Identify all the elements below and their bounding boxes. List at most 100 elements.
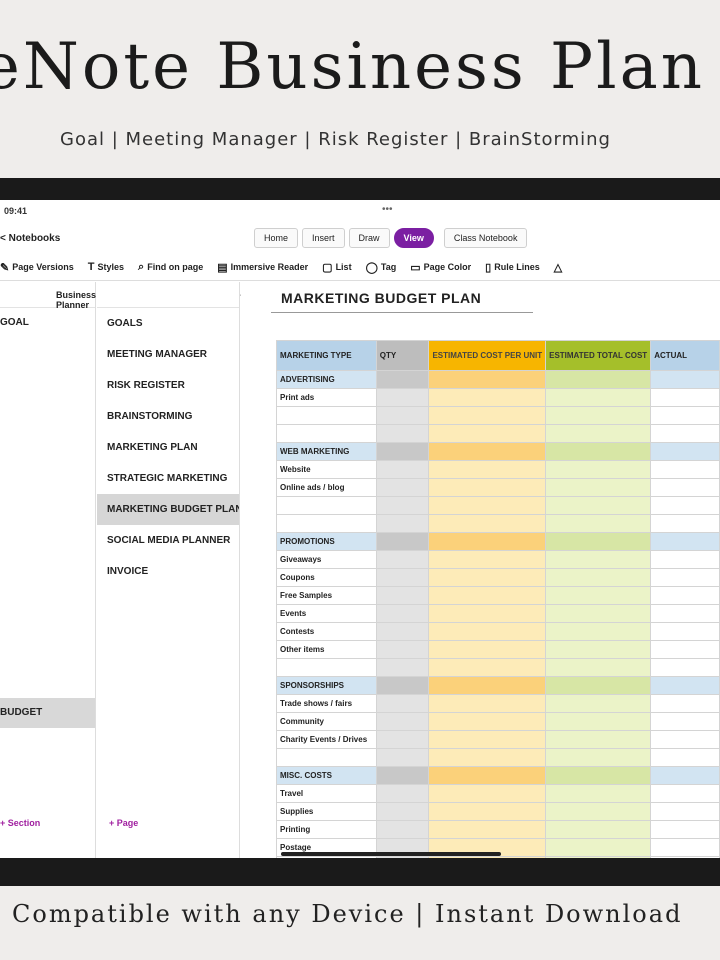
table-cell[interactable]: [428, 694, 547, 713]
page-item[interactable]: BRAINSTORMING: [97, 401, 239, 432]
table-cell[interactable]: [375, 604, 430, 623]
table-cell[interactable]: [545, 766, 652, 785]
section-item[interactable]: [0, 578, 95, 608]
table-cell[interactable]: [428, 460, 547, 479]
section-item[interactable]: [0, 428, 95, 458]
table-cell[interactable]: [545, 730, 652, 749]
toolbar-button-2[interactable]: ⌕ Find on page: [138, 261, 203, 274]
toolbar-button-4[interactable]: ▢ List: [322, 261, 351, 274]
table-cell[interactable]: [375, 514, 430, 533]
table-cell[interactable]: [650, 766, 720, 785]
table-cell[interactable]: [428, 388, 547, 407]
table-cell[interactable]: [428, 514, 547, 533]
table-cell[interactable]: [375, 712, 430, 731]
table-cell[interactable]: [428, 622, 547, 641]
tab-draw[interactable]: Draw: [348, 228, 390, 248]
more-dots-icon[interactable]: •••: [382, 204, 393, 215]
table-cell[interactable]: [375, 676, 430, 695]
table-cell[interactable]: [650, 388, 720, 407]
table-cell[interactable]: [428, 550, 547, 569]
table-cell[interactable]: [545, 586, 652, 605]
tab-insert[interactable]: Insert: [302, 228, 345, 248]
table-cell[interactable]: [545, 388, 652, 407]
table-cell[interactable]: [545, 622, 652, 641]
table-cell[interactable]: [428, 676, 547, 695]
table-cell[interactable]: [428, 748, 547, 767]
table-cell[interactable]: [545, 442, 652, 461]
add-section-button[interactable]: + Section: [0, 818, 40, 828]
table-cell[interactable]: [428, 604, 547, 623]
table-cell[interactable]: [375, 550, 430, 569]
table-cell[interactable]: [545, 694, 652, 713]
table-cell[interactable]: [545, 514, 652, 533]
table-cell[interactable]: [650, 406, 720, 425]
table-cell[interactable]: [428, 568, 547, 587]
table-cell[interactable]: [650, 604, 720, 623]
table-cell[interactable]: [545, 550, 652, 569]
section-item[interactable]: [0, 668, 95, 698]
table-cell[interactable]: [545, 568, 652, 587]
table-cell[interactable]: [428, 496, 547, 515]
table-cell[interactable]: [375, 730, 430, 749]
page-item[interactable]: MEETING MANAGER: [97, 339, 239, 370]
tab-class-notebook[interactable]: Class Notebook: [443, 228, 528, 248]
table-cell[interactable]: [428, 586, 547, 605]
table-cell[interactable]: [545, 406, 652, 425]
tab-view[interactable]: View: [393, 228, 434, 248]
table-cell[interactable]: [545, 676, 652, 695]
table-cell[interactable]: [428, 856, 547, 858]
table-cell[interactable]: [650, 694, 720, 713]
section-item[interactable]: [0, 518, 95, 548]
table-cell[interactable]: [428, 424, 547, 443]
table-cell[interactable]: [545, 784, 652, 803]
table-cell[interactable]: [650, 622, 720, 641]
table-cell[interactable]: [650, 802, 720, 821]
toolbar-button-3[interactable]: ▤ Immersive Reader: [217, 261, 308, 274]
table-cell[interactable]: [375, 460, 430, 479]
page-item[interactable]: MARKETING PLAN: [97, 432, 239, 463]
table-cell[interactable]: [650, 424, 720, 443]
table-cell[interactable]: [375, 424, 430, 443]
page-item[interactable]: SOCIAL MEDIA PLANNER: [97, 525, 239, 556]
toolbar-button-5[interactable]: ◯ Tag: [366, 261, 397, 274]
table-cell[interactable]: [428, 532, 547, 551]
toolbar-button-6[interactable]: ▭ Page Color: [410, 261, 471, 274]
tab-home[interactable]: Home: [254, 228, 299, 248]
section-item[interactable]: BUDGET: [0, 698, 95, 728]
table-cell[interactable]: [375, 694, 430, 713]
table-cell[interactable]: [650, 676, 720, 695]
section-item[interactable]: [0, 608, 95, 638]
table-cell[interactable]: [650, 532, 720, 551]
table-cell[interactable]: [428, 442, 547, 461]
table-cell[interactable]: [545, 802, 652, 821]
table-cell[interactable]: [545, 460, 652, 479]
table-cell[interactable]: [375, 496, 430, 515]
table-cell[interactable]: [545, 424, 652, 443]
page-item[interactable]: STRATEGIC MARKETING: [97, 463, 239, 494]
table-cell[interactable]: [650, 496, 720, 515]
table-cell[interactable]: [545, 820, 652, 839]
table-cell[interactable]: [650, 460, 720, 479]
table-cell[interactable]: [375, 442, 430, 461]
table-cell[interactable]: [650, 568, 720, 587]
table-cell[interactable]: [650, 748, 720, 767]
table-cell[interactable]: [375, 784, 430, 803]
table-cell[interactable]: [650, 784, 720, 803]
toolbar-button-0[interactable]: ✎ Page Versions: [0, 261, 74, 274]
toolbar-button-1[interactable]: T Styles: [88, 261, 124, 273]
table-cell[interactable]: [428, 406, 547, 425]
table-cell[interactable]: [375, 640, 430, 659]
table-cell[interactable]: [545, 856, 652, 858]
table-cell[interactable]: [650, 856, 720, 858]
table-cell[interactable]: [375, 388, 430, 407]
section-item[interactable]: GOAL: [0, 308, 95, 338]
section-item[interactable]: [0, 548, 95, 578]
add-page-button[interactable]: + Page: [109, 818, 138, 828]
table-cell[interactable]: [375, 802, 430, 821]
table-cell[interactable]: [375, 568, 430, 587]
section-item[interactable]: [0, 638, 95, 668]
section-item[interactable]: [0, 458, 95, 488]
table-cell[interactable]: [650, 550, 720, 569]
table-cell[interactable]: [545, 658, 652, 677]
table-cell[interactable]: [650, 838, 720, 857]
